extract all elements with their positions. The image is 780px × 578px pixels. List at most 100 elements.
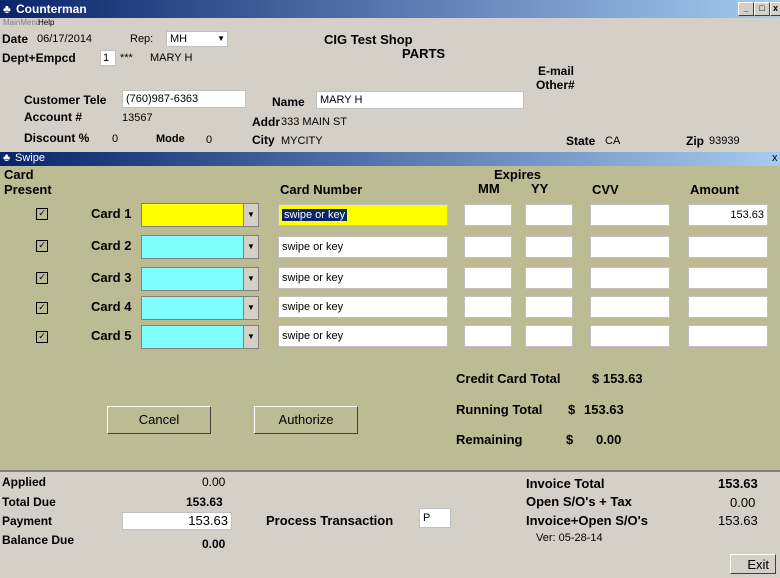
amount-input[interactable] — [688, 325, 768, 347]
email-label: E-mail — [538, 64, 575, 78]
app-icon: ♣ — [3, 2, 11, 16]
chevron-down-icon: ▼ — [243, 326, 258, 348]
dept-field[interactable]: 1 — [100, 50, 116, 66]
other-label: Other# — [536, 78, 575, 92]
card-present-checkbox[interactable]: ✓ — [36, 272, 48, 284]
cvv-input[interactable] — [590, 204, 670, 226]
shop-dept: PARTS — [402, 46, 446, 61]
exit-button[interactable]: Exit — [730, 554, 776, 574]
cvv-input[interactable] — [590, 296, 670, 318]
credit-total-value: $ 153.63 — [592, 371, 643, 386]
swipe-app-icon: ♣ — [3, 152, 11, 164]
card-type-select[interactable]: ▼ — [141, 267, 259, 291]
card-present-checkbox[interactable]: ✓ — [36, 240, 48, 252]
tele-field[interactable]: (760)987-6363 — [122, 90, 246, 108]
discount-value: 0 — [112, 133, 119, 145]
window-title: Counterman — [16, 2, 87, 16]
amount-input[interactable] — [688, 236, 768, 258]
balance-due-value: 0.00 — [202, 537, 226, 551]
expires-yy-input[interactable] — [525, 204, 573, 226]
amount-input[interactable]: 153.63 — [688, 204, 768, 226]
name-field[interactable]: MARY H — [316, 91, 524, 109]
tele-label: Customer Tele — [24, 93, 107, 107]
zip-label: Zip — [686, 134, 704, 148]
dept-name: MARY H — [150, 52, 193, 64]
expires-yy-input[interactable] — [525, 236, 573, 258]
invoice-total-value: 153.63 — [718, 476, 758, 491]
process-transaction-field[interactable]: P — [419, 508, 451, 528]
card-label: Card 4 — [91, 299, 132, 314]
name-label: Name — [272, 95, 305, 109]
mode-label: Mode — [156, 133, 185, 145]
total-due-label: Total Due — [2, 495, 56, 509]
addr-label: Addr — [252, 115, 280, 129]
maximize-button[interactable]: □ — [754, 2, 770, 16]
zip-value: 93939 — [709, 135, 740, 147]
card-type-select[interactable]: ▼ — [141, 325, 259, 349]
card-present-checkbox[interactable]: ✓ — [36, 208, 48, 220]
applied-label: Applied — [2, 475, 46, 489]
open-so-label: Open S/O's + Tax — [526, 494, 632, 509]
expires-mm-input[interactable] — [464, 296, 512, 318]
invoice-open-value: 153.63 — [718, 513, 758, 528]
city-value: MYCITY — [281, 135, 323, 147]
running-total-label: Running Total — [456, 402, 543, 417]
remaining-label: Remaining — [456, 432, 523, 447]
process-transaction-label: Process Transaction — [266, 513, 394, 528]
cvv-input[interactable] — [590, 325, 670, 347]
expires-mm-input[interactable] — [464, 267, 512, 289]
expires-mm-input[interactable] — [464, 325, 512, 347]
running-total-value: 153.63 — [584, 402, 624, 417]
cvv-input[interactable] — [590, 236, 670, 258]
col-card-label: Card — [4, 167, 34, 182]
card-type-select[interactable]: ▼ — [141, 203, 259, 227]
card-label: Card 5 — [91, 328, 132, 343]
cvv-input[interactable] — [590, 267, 670, 289]
expires-yy-input[interactable] — [525, 296, 573, 318]
menu-bar: MainMenu Help — [0, 18, 780, 30]
card-number-input[interactable]: swipe or key — [278, 236, 448, 258]
card-present-checkbox[interactable]: ✓ — [36, 331, 48, 343]
amount-input[interactable] — [688, 267, 768, 289]
remaining-value: 0.00 — [596, 432, 622, 447]
card-type-select[interactable]: ▼ — [141, 235, 259, 259]
col-yy-label: YY — [531, 181, 549, 196]
invoice-open-label: Invoice+Open S/O's — [526, 513, 648, 528]
expires-yy-input[interactable] — [525, 325, 573, 347]
card-label: Card 3 — [91, 270, 132, 285]
total-due-value: 153.63 — [186, 495, 223, 509]
card-present-checkbox[interactable]: ✓ — [36, 302, 48, 314]
minimize-button[interactable]: _ — [738, 2, 754, 16]
card-number-input[interactable]: swipe or key — [278, 204, 448, 226]
running-total-dollar: $ — [568, 402, 576, 417]
version-text: Ver: 05-28-14 — [536, 532, 603, 544]
close-button[interactable]: x — [770, 2, 780, 16]
cancel-button[interactable]: Cancel — [107, 406, 211, 434]
menu-mainmenu[interactable]: MainMenu — [3, 18, 40, 27]
payment-label: Payment — [2, 514, 53, 528]
window-title-bar: ♣ Counterman _ □ x — [0, 0, 780, 18]
swipe-close-button[interactable]: x — [772, 152, 778, 164]
card-number-input[interactable]: swipe or key — [278, 325, 448, 347]
chevron-down-icon: ▼ — [243, 236, 258, 258]
col-present-label: Present — [4, 182, 52, 197]
card-number-input[interactable]: swipe or key — [278, 296, 448, 318]
rep-select[interactable]: MH ▼ — [166, 31, 228, 47]
authorize-button[interactable]: Authorize — [254, 406, 358, 434]
chevron-down-icon: ▼ — [243, 204, 258, 226]
card-number-input[interactable]: swipe or key — [278, 267, 448, 289]
card-type-select[interactable]: ▼ — [141, 296, 259, 320]
col-card-number-label: Card Number — [280, 182, 363, 197]
state-label: State — [566, 134, 596, 148]
addr-value: 333 MAIN ST — [281, 116, 348, 128]
balance-due-label: Balance Due — [2, 533, 75, 547]
menu-help[interactable]: Help — [38, 18, 54, 27]
expires-mm-input[interactable] — [464, 204, 512, 226]
expires-mm-input[interactable] — [464, 236, 512, 258]
discount-label: Discount % — [24, 131, 90, 145]
account-label: Account # — [24, 110, 83, 124]
payment-field[interactable]: 153.63 — [122, 512, 232, 530]
expires-yy-input[interactable] — [525, 267, 573, 289]
amount-input[interactable] — [688, 296, 768, 318]
col-cvv-label: CVV — [592, 182, 619, 197]
